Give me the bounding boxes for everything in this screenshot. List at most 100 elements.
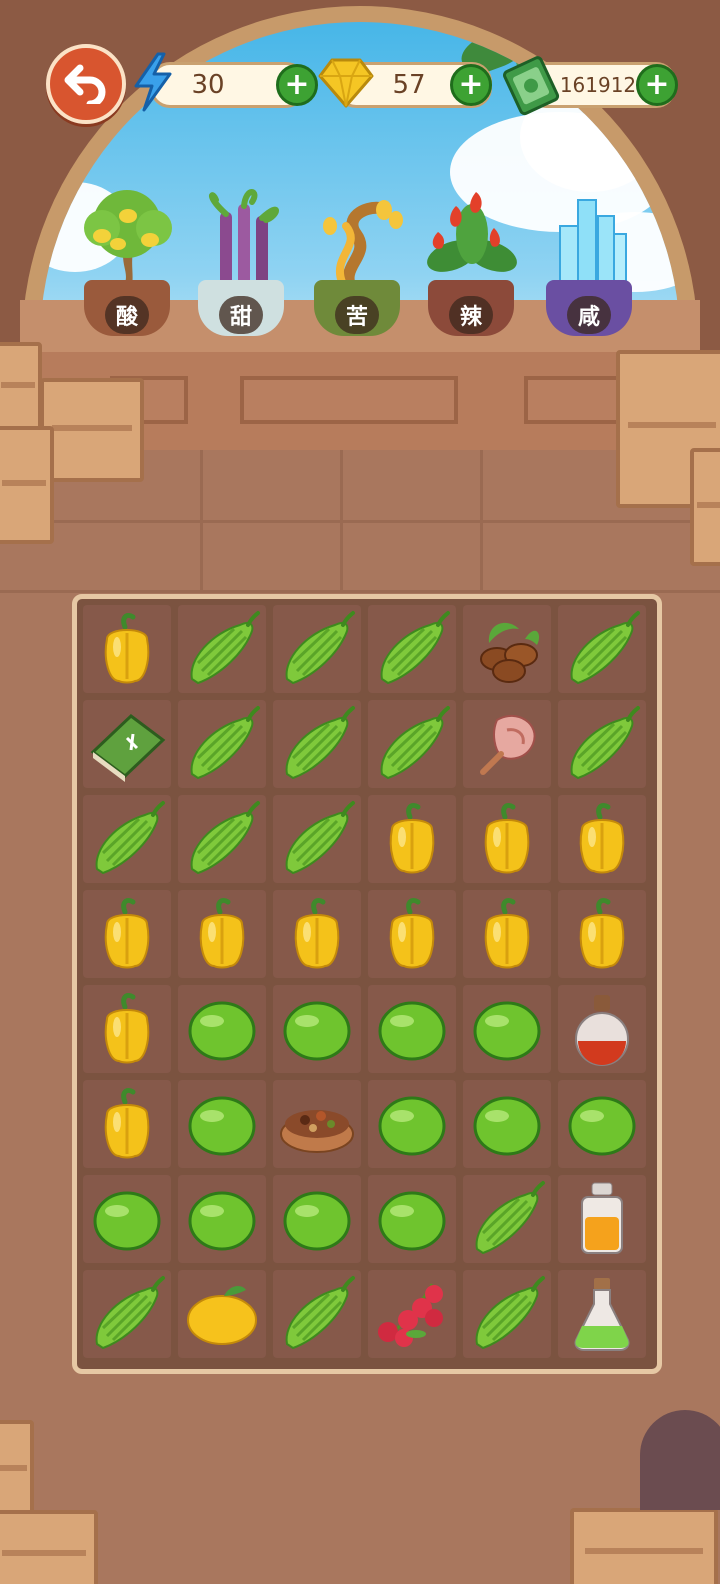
pepper-icon bbox=[467, 894, 547, 974]
cash-icon bbox=[503, 56, 560, 116]
board-cell[interactable] bbox=[273, 1080, 361, 1168]
lime-icon bbox=[562, 1084, 642, 1164]
board-cell[interactable] bbox=[83, 1175, 171, 1263]
board-cell[interactable] bbox=[273, 795, 361, 883]
board-cell[interactable] bbox=[273, 1175, 361, 1263]
plant-spicy[interactable]: 辣 bbox=[416, 186, 526, 336]
board-cell[interactable] bbox=[178, 700, 266, 788]
board-cell[interactable] bbox=[558, 700, 646, 788]
board-cell[interactable] bbox=[83, 795, 171, 883]
board-cell[interactable] bbox=[83, 1080, 171, 1168]
wall-panel bbox=[524, 376, 622, 424]
wooden-crate bbox=[40, 378, 144, 482]
gourd-icon bbox=[277, 609, 357, 689]
board-cell[interactable] bbox=[273, 605, 361, 693]
pepper-icon bbox=[277, 894, 357, 974]
green-potion-icon bbox=[562, 1274, 642, 1354]
board-cell[interactable] bbox=[273, 985, 361, 1073]
gourd-icon bbox=[277, 1274, 357, 1354]
board-cell[interactable] bbox=[368, 795, 456, 883]
clay-jar bbox=[640, 1410, 720, 1510]
board-cell[interactable] bbox=[178, 795, 266, 883]
wooden-crate bbox=[0, 426, 54, 544]
board-cell[interactable] bbox=[558, 1080, 646, 1168]
gourd-icon bbox=[87, 1274, 167, 1354]
board-cell[interactable] bbox=[368, 890, 456, 978]
board-cell[interactable] bbox=[368, 605, 456, 693]
pepper-icon bbox=[562, 894, 642, 974]
gourd-icon bbox=[277, 799, 357, 879]
board-cell[interactable] bbox=[463, 1080, 551, 1168]
floor-seam bbox=[0, 590, 720, 593]
plant-salty[interactable]: 咸 bbox=[534, 186, 644, 336]
lime-icon bbox=[467, 989, 547, 1069]
add-cash-button[interactable]: + bbox=[636, 64, 678, 106]
board-cell[interactable] bbox=[83, 605, 171, 693]
lime-icon bbox=[277, 1179, 357, 1259]
gourd-icon bbox=[182, 799, 262, 879]
board-cell[interactable] bbox=[273, 700, 361, 788]
board-cell[interactable] bbox=[83, 985, 171, 1073]
board-cell[interactable] bbox=[368, 985, 456, 1073]
pepper-icon bbox=[372, 799, 452, 879]
pepper-icon bbox=[87, 989, 167, 1069]
gourd-icon bbox=[87, 799, 167, 879]
board-cell[interactable] bbox=[273, 890, 361, 978]
red-potion-icon bbox=[562, 989, 642, 1069]
floor-seam bbox=[340, 450, 343, 590]
back-button[interactable] bbox=[46, 44, 126, 124]
wooden-crate bbox=[0, 1420, 34, 1518]
board-cell[interactable] bbox=[558, 890, 646, 978]
board-cell[interactable] bbox=[558, 1270, 646, 1358]
board-cell[interactable] bbox=[83, 700, 171, 788]
board-cell[interactable] bbox=[178, 890, 266, 978]
lemon-icon bbox=[182, 1274, 262, 1354]
lime-icon bbox=[467, 1084, 547, 1164]
gourd-icon bbox=[562, 609, 642, 689]
gourd-icon bbox=[562, 704, 642, 784]
lime-icon bbox=[372, 1084, 452, 1164]
energy-value: 30 bbox=[191, 70, 225, 100]
orange-potion-icon bbox=[562, 1179, 642, 1259]
board-cell[interactable] bbox=[178, 1080, 266, 1168]
board-cell[interactable] bbox=[463, 1270, 551, 1358]
board-cell[interactable] bbox=[368, 1270, 456, 1358]
board-cell[interactable] bbox=[463, 890, 551, 978]
board-cell[interactable] bbox=[368, 700, 456, 788]
game-scene: 30 + 57 + 161912 + 酸 甜 苦 辣 咸 bbox=[0, 0, 720, 1584]
plant-sweet[interactable]: 甜 bbox=[186, 186, 296, 336]
add-gems-button[interactable]: + bbox=[450, 64, 492, 106]
floor-seam bbox=[200, 450, 203, 590]
board-cell[interactable] bbox=[178, 605, 266, 693]
plant-bitter[interactable]: 苦 bbox=[302, 186, 412, 336]
board-cell[interactable] bbox=[273, 1270, 361, 1358]
lime-icon bbox=[372, 1179, 452, 1259]
add-energy-button[interactable]: + bbox=[276, 64, 318, 106]
board-cell[interactable] bbox=[463, 795, 551, 883]
board-cell[interactable] bbox=[178, 985, 266, 1073]
board-cell[interactable] bbox=[368, 1080, 456, 1168]
board-cell[interactable] bbox=[463, 605, 551, 693]
gem-icon bbox=[318, 58, 374, 108]
board-cell[interactable] bbox=[463, 1175, 551, 1263]
lime-icon bbox=[182, 989, 262, 1069]
board-cell[interactable] bbox=[558, 605, 646, 693]
gourd-icon bbox=[372, 609, 452, 689]
board-cell[interactable] bbox=[368, 1175, 456, 1263]
board-cell[interactable] bbox=[178, 1270, 266, 1358]
board-cell[interactable] bbox=[83, 1270, 171, 1358]
board-cell[interactable] bbox=[178, 1175, 266, 1263]
pepper-icon bbox=[467, 799, 547, 879]
plant-sour[interactable]: 酸 bbox=[72, 186, 182, 336]
wall-panel bbox=[240, 376, 458, 424]
board-cell[interactable] bbox=[463, 985, 551, 1073]
board-cell[interactable] bbox=[463, 700, 551, 788]
wooden-crate bbox=[0, 1510, 98, 1584]
board-cell[interactable] bbox=[83, 890, 171, 978]
lightning-icon bbox=[134, 52, 172, 112]
gourd-icon bbox=[467, 1274, 547, 1354]
lime-icon bbox=[87, 1179, 167, 1259]
board-cell[interactable] bbox=[558, 985, 646, 1073]
board-cell[interactable] bbox=[558, 1175, 646, 1263]
board-cell[interactable] bbox=[558, 795, 646, 883]
